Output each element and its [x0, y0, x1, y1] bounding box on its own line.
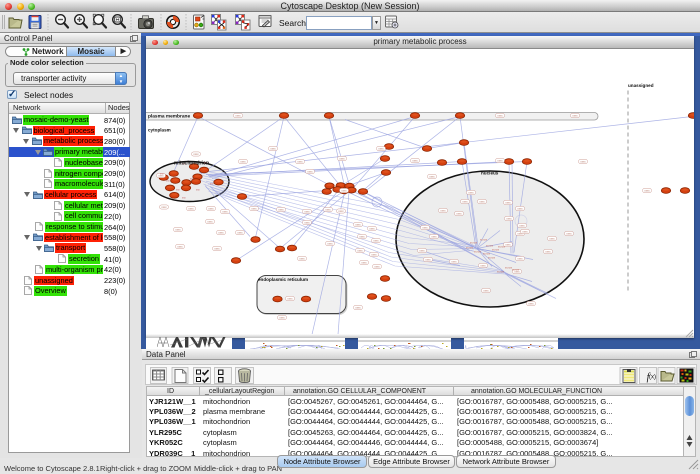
svg-text:xxxx: xxxx	[374, 266, 380, 269]
svg-text:xxxx: xxxx	[505, 202, 511, 205]
svg-text:xxxx: xxxx	[431, 236, 437, 239]
svg-text:xxxx: xxxx	[425, 259, 431, 262]
svg-text:xxxx: xxxx	[341, 190, 347, 193]
svg-text:mitochondrion: mitochondrion	[174, 160, 209, 166]
svg-text:xxxx: xxxx	[270, 148, 276, 151]
svg-text:xxxx: xxxx	[297, 161, 303, 164]
svg-text:xxxx: xxxx	[412, 160, 418, 163]
svg-text:xxxx: xxxx	[422, 227, 428, 230]
svg-text:xx:xxx: xx:xxx	[466, 247, 474, 250]
svg-text:xxxx: xxxx	[566, 233, 572, 236]
svg-text:xxxx: xxxx	[429, 176, 435, 179]
svg-text:xxxx: xxxx	[214, 248, 220, 251]
svg-text:xxxx: xxxx	[237, 232, 243, 235]
svg-text:xxxx: xxxx	[483, 290, 489, 293]
svg-text:xxxx: xxxx	[307, 171, 313, 174]
svg-text:xxxx: xxxx	[338, 210, 344, 213]
svg-text:xxxx: xxxx	[479, 201, 485, 204]
svg-text:xxxx: xxxx	[572, 115, 578, 118]
svg-text:xxxx: xxxx	[355, 307, 361, 310]
svg-text:xxxx: xxxx	[161, 206, 167, 209]
svg-text:xx:xxx: xx:xxx	[483, 253, 491, 256]
svg-text:xxxx: xxxx	[222, 211, 228, 214]
svg-text:xxxx: xxxx	[299, 258, 305, 261]
svg-text:xxxx: xxxx	[325, 209, 331, 212]
svg-text:xxxx: xxxx	[361, 262, 367, 265]
svg-text:nucleus: nucleus	[481, 171, 499, 176]
svg-text:xx:xxx: xx:xxx	[512, 269, 520, 272]
svg-text:xxxx: xxxx	[235, 115, 241, 118]
svg-text:xx:xxx: xx:xxx	[486, 245, 494, 248]
svg-text:xxxx: xxxx	[357, 250, 363, 253]
svg-text:xxxx: xxxx	[580, 161, 586, 164]
svg-text:xxxx: xxxx	[497, 115, 503, 118]
svg-text:xx:xxx: xx:xxx	[497, 271, 505, 274]
svg-text:xxxx: xxxx	[339, 158, 345, 161]
svg-text:xxxx: xxxx	[522, 231, 528, 234]
svg-text:xxxx: xxxx	[549, 238, 555, 241]
svg-text:xxxx: xxxx	[175, 229, 181, 232]
svg-text:xxxx: xxxx	[207, 221, 213, 224]
svg-text:xxxx: xxxx	[468, 192, 474, 195]
svg-text:xxxx: xxxx	[304, 222, 310, 225]
svg-text:xx:xxx: xx:xxx	[492, 249, 500, 252]
svg-text:xxxx: xxxx	[644, 190, 650, 193]
svg-text:xx:xxx: xx:xxx	[498, 246, 506, 249]
svg-text:xxxx: xxxx	[373, 240, 379, 243]
svg-text:xxxx: xxxx	[355, 224, 361, 227]
svg-text:xxxx: xxxx	[456, 213, 462, 216]
svg-text:unassigned: unassigned	[628, 83, 654, 88]
svg-text:xxxx: xxxx	[218, 232, 224, 235]
svg-text:xxxx: xxxx	[327, 243, 333, 246]
svg-text:xxxx: xxxx	[506, 218, 512, 221]
svg-text:xxxx: xxxx	[208, 208, 214, 211]
svg-text:xxxx: xxxx	[451, 261, 457, 264]
svg-text:cytoplasm: cytoplasm	[148, 128, 171, 133]
svg-text:xxxx: xxxx	[251, 208, 257, 211]
svg-text:xxxx: xxxx	[440, 210, 446, 213]
svg-text:xxxx: xxxx	[462, 201, 468, 204]
svg-text:xxxx: xxxx	[480, 265, 486, 268]
svg-text:xxxx: xxxx	[240, 161, 246, 164]
svg-text:xxxx: xxxx	[278, 209, 284, 212]
svg-text:xx:xxx: xx:xxx	[474, 251, 482, 254]
svg-text:xxxx: xxxx	[545, 251, 551, 254]
svg-text:xxxx: xxxx	[359, 236, 365, 239]
svg-text:xxxx: xxxx	[517, 208, 523, 211]
svg-text:xxxx: xxxx	[193, 153, 199, 156]
svg-text:xxxx: xxxx	[517, 258, 523, 261]
svg-text:xxxx: xxxx	[279, 317, 285, 320]
svg-text:xx:xxx: xx:xxx	[480, 239, 488, 242]
svg-text:endoplasmic reticulum: endoplasmic reticulum	[258, 277, 308, 282]
svg-text:xxxx: xxxx	[505, 244, 511, 247]
svg-text:xxxx: xxxx	[419, 250, 425, 253]
svg-text:xxxx: xxxx	[287, 298, 293, 301]
svg-text:xxxx: xxxx	[188, 208, 194, 211]
svg-text:plasma membrane: plasma membrane	[148, 113, 190, 119]
svg-text:xxxx: xxxx	[177, 246, 183, 249]
svg-text:(x): (x)	[649, 375, 656, 381]
svg-text:xxxx: xxxx	[519, 225, 525, 228]
svg-text:xxxx: xxxx	[378, 148, 384, 151]
svg-text:xxxx: xxxx	[304, 211, 310, 214]
svg-text:xxxx: xxxx	[528, 303, 534, 306]
svg-text:xxxx: xxxx	[497, 160, 503, 163]
svg-text:xxxx: xxxx	[369, 228, 375, 231]
svg-text:xx:xxx: xx:xxx	[488, 257, 496, 260]
svg-text:xxxx: xxxx	[371, 254, 377, 257]
svg-text:xx:xxx: xx:xxx	[470, 242, 478, 245]
